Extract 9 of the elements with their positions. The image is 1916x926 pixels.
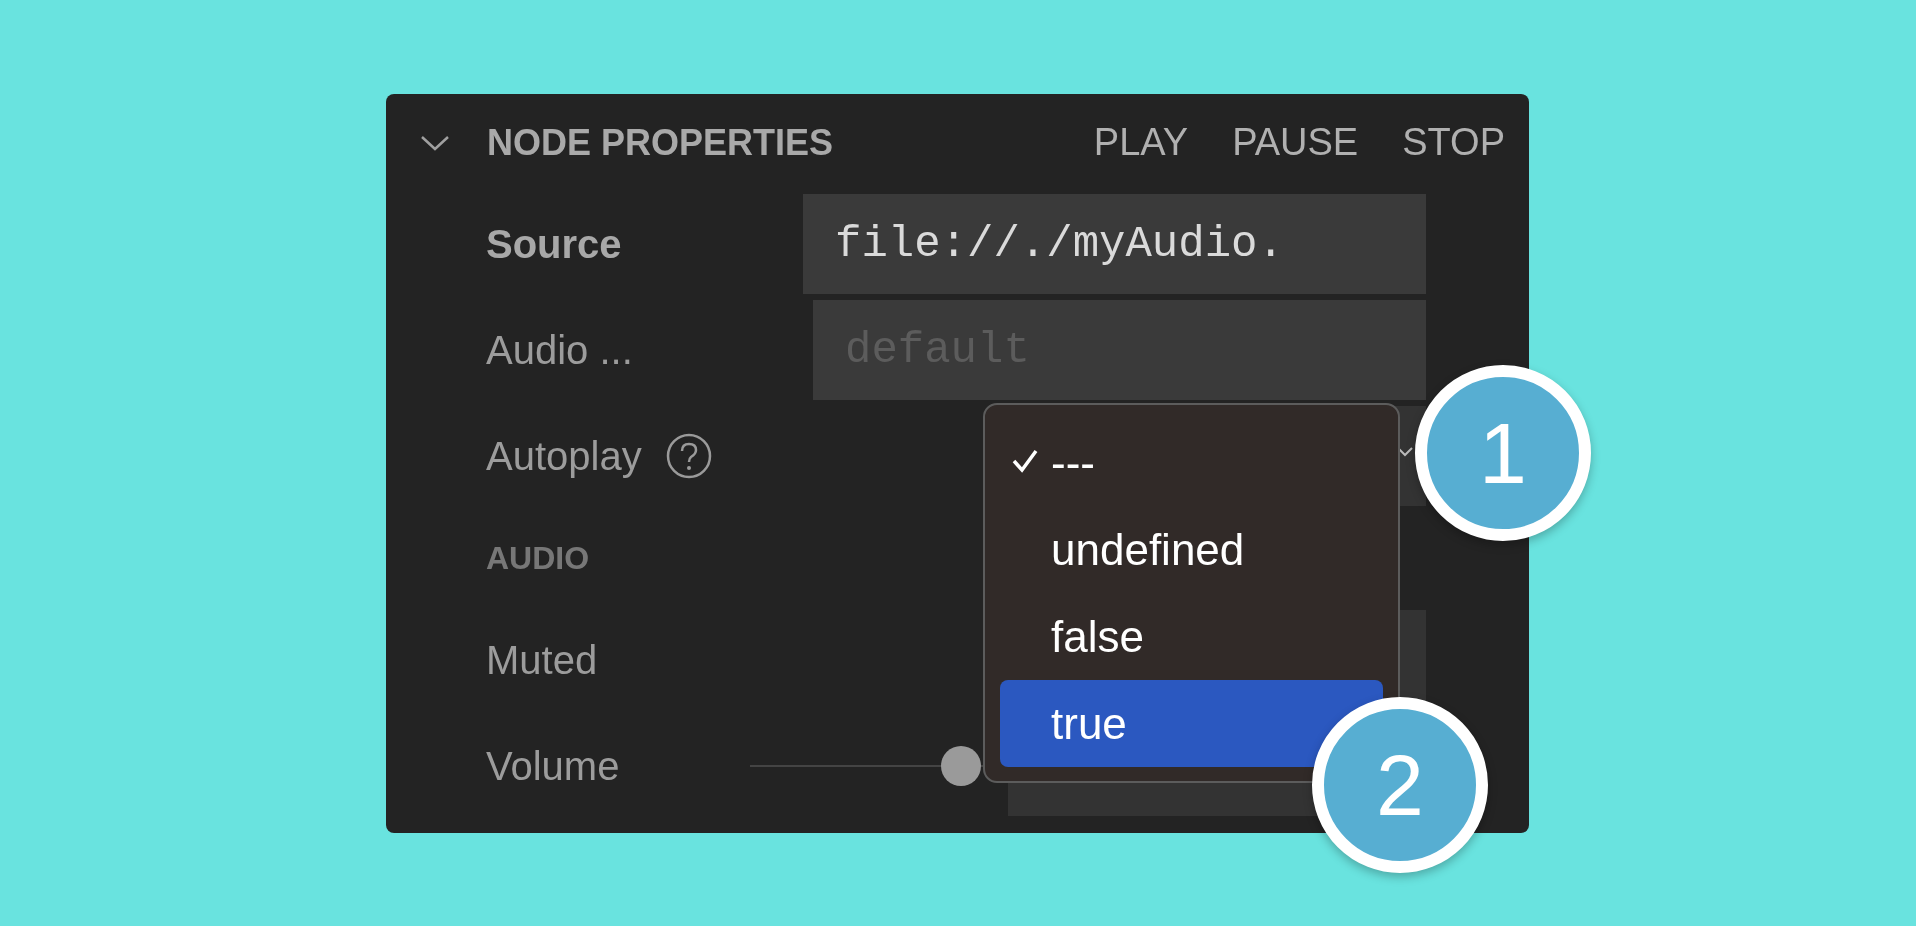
step-callout-overlay: 2	[1312, 697, 1488, 873]
panel-title: NODE PROPERTIES	[487, 121, 834, 164]
property-label: Volume	[486, 743, 621, 789]
property-label: Muted	[486, 637, 598, 683]
section-heading: AUDIO	[486, 539, 590, 577]
property-label: Autoplay	[486, 433, 642, 479]
property-label: Source	[486, 221, 622, 267]
step-callout-overlay: 1	[1415, 365, 1591, 541]
property-label: Audio ...	[486, 327, 633, 373]
